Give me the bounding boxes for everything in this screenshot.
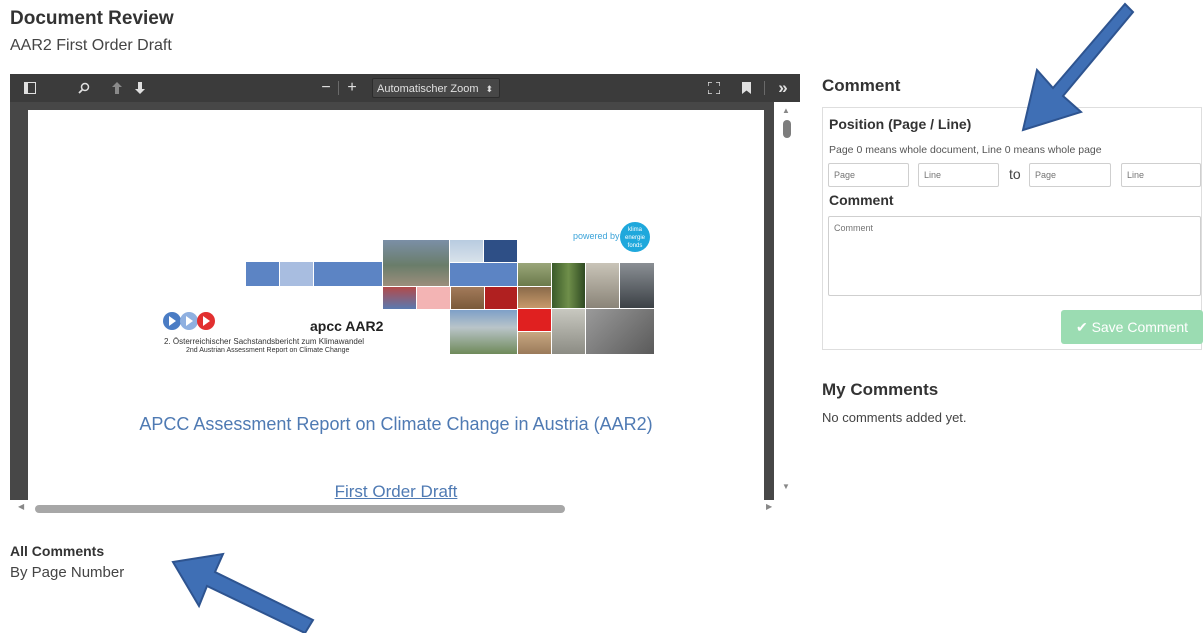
mosaic-tile: [518, 309, 551, 331]
mosaic-photo-person: [383, 287, 416, 309]
mosaic-tile: [417, 287, 450, 309]
mosaic-tile: [450, 263, 517, 286]
page-title: Document Review: [10, 8, 174, 29]
mosaic-tile: [246, 262, 279, 286]
mosaic-photo-field: [518, 263, 551, 286]
bookmark-icon[interactable]: [738, 78, 754, 98]
klimafonds-logo-text: klima energie fonds: [624, 227, 645, 249]
powered-by-text: powered by: [573, 231, 620, 241]
scroll-left-icon[interactable]: ◀: [18, 502, 24, 511]
arrow-down-icon[interactable]: [131, 78, 149, 98]
mosaic-tile: [484, 240, 517, 262]
mosaic-tile: [314, 262, 382, 286]
more-tools-button[interactable]: »: [772, 78, 794, 98]
mosaic-tile: [280, 262, 313, 286]
klimafonds-logo: klima energie fonds: [620, 222, 650, 252]
pdf-toolbar: − + Automatischer Zoom ⬍ »: [10, 74, 800, 102]
mosaic-photo-sprout: [586, 309, 654, 354]
my-comments-heading: My Comments: [822, 380, 939, 399]
mosaic-photo-mountains: [450, 310, 517, 354]
all-comments-subheading: By Page Number: [10, 564, 125, 581]
to-line-input[interactable]: [1121, 163, 1201, 187]
mosaic-photo-city: [383, 240, 449, 286]
save-comment-label: Save Comment: [1091, 318, 1189, 335]
save-comment-button[interactable]: ✔ Save Comment: [1061, 310, 1203, 344]
pdf-viewer: − + Automatischer Zoom ⬍ » powered by kl…: [10, 74, 800, 516]
mosaic-photo-plane: [450, 240, 483, 262]
mosaic-photo-rocks: [552, 309, 585, 354]
page-subtitle: AAR2 First Order Draft: [10, 37, 172, 54]
mosaic-photo-turbine: [620, 263, 654, 308]
fullscreen-icon[interactable]: [704, 78, 724, 98]
chevron-updown-icon: ⬍: [485, 84, 493, 94]
to-label: to: [1009, 166, 1021, 182]
scroll-right-icon[interactable]: ▶: [766, 502, 772, 511]
to-page-input[interactable]: [1029, 163, 1111, 187]
document-heading: APCC Assessment Report on Climate Change…: [139, 414, 653, 434]
sidebar-toggle-icon[interactable]: [20, 78, 40, 98]
from-page-input[interactable]: [828, 163, 909, 187]
apcc-label: apcc AAR2: [310, 318, 384, 334]
comment-form: Position (Page / Line) Page 0 means whol…: [822, 107, 1203, 350]
mosaic-photo-logs: [518, 287, 551, 308]
all-comments-heading: All Comments: [10, 543, 105, 559]
mosaic-photo-soil: [451, 287, 484, 309]
comment-heading: Comment: [822, 76, 901, 95]
annotation-arrow-icon: [171, 552, 315, 633]
subtitle-en: 2nd Austrian Assessment Report on Climat…: [186, 347, 350, 354]
from-line-input[interactable]: [918, 163, 999, 187]
my-comments-empty-text: No comments added yet.: [822, 410, 967, 425]
apcc-circles-logo: [163, 312, 215, 330]
zoom-value: Automatischer Zoom: [377, 83, 479, 95]
comment-textarea[interactable]: [828, 216, 1201, 296]
pdf-page: powered by klima energie fonds apcc AAR2…: [28, 110, 764, 502]
comment-label: Comment: [829, 192, 894, 208]
vertical-scrollbar[interactable]: ▲ ▼: [774, 102, 800, 500]
arrow-up-icon[interactable]: [108, 78, 126, 98]
scroll-down-icon[interactable]: ▼: [782, 482, 790, 491]
position-label: Position (Page / Line): [829, 116, 972, 132]
position-hint: Page 0 means whole document, Line 0 mean…: [829, 144, 1102, 156]
horizontal-scrollbar[interactable]: ◀ ▶: [10, 500, 800, 516]
mosaic-tile: [485, 287, 517, 309]
first-order-draft-link[interactable]: First Order Draft: [28, 482, 764, 502]
search-icon[interactable]: [74, 78, 94, 98]
zoom-in-button[interactable]: +: [343, 78, 361, 98]
checkmark-icon: ✔: [1075, 318, 1088, 335]
zoom-out-button[interactable]: −: [317, 78, 335, 98]
mosaic-photo-hands: [518, 332, 551, 354]
mosaic-photo-forest: [552, 263, 585, 308]
vertical-scroll-thumb[interactable]: [783, 120, 791, 138]
subtitle-de: 2. Österreichischer Sachstandsbericht zu…: [164, 337, 365, 346]
scroll-up-icon[interactable]: ▲: [782, 106, 790, 115]
annotation-arrow-icon: [1021, 2, 1135, 132]
horizontal-scroll-thumb[interactable]: [35, 505, 565, 513]
mosaic-photo-building: [586, 263, 619, 308]
zoom-select[interactable]: Automatischer Zoom ⬍: [372, 78, 500, 98]
